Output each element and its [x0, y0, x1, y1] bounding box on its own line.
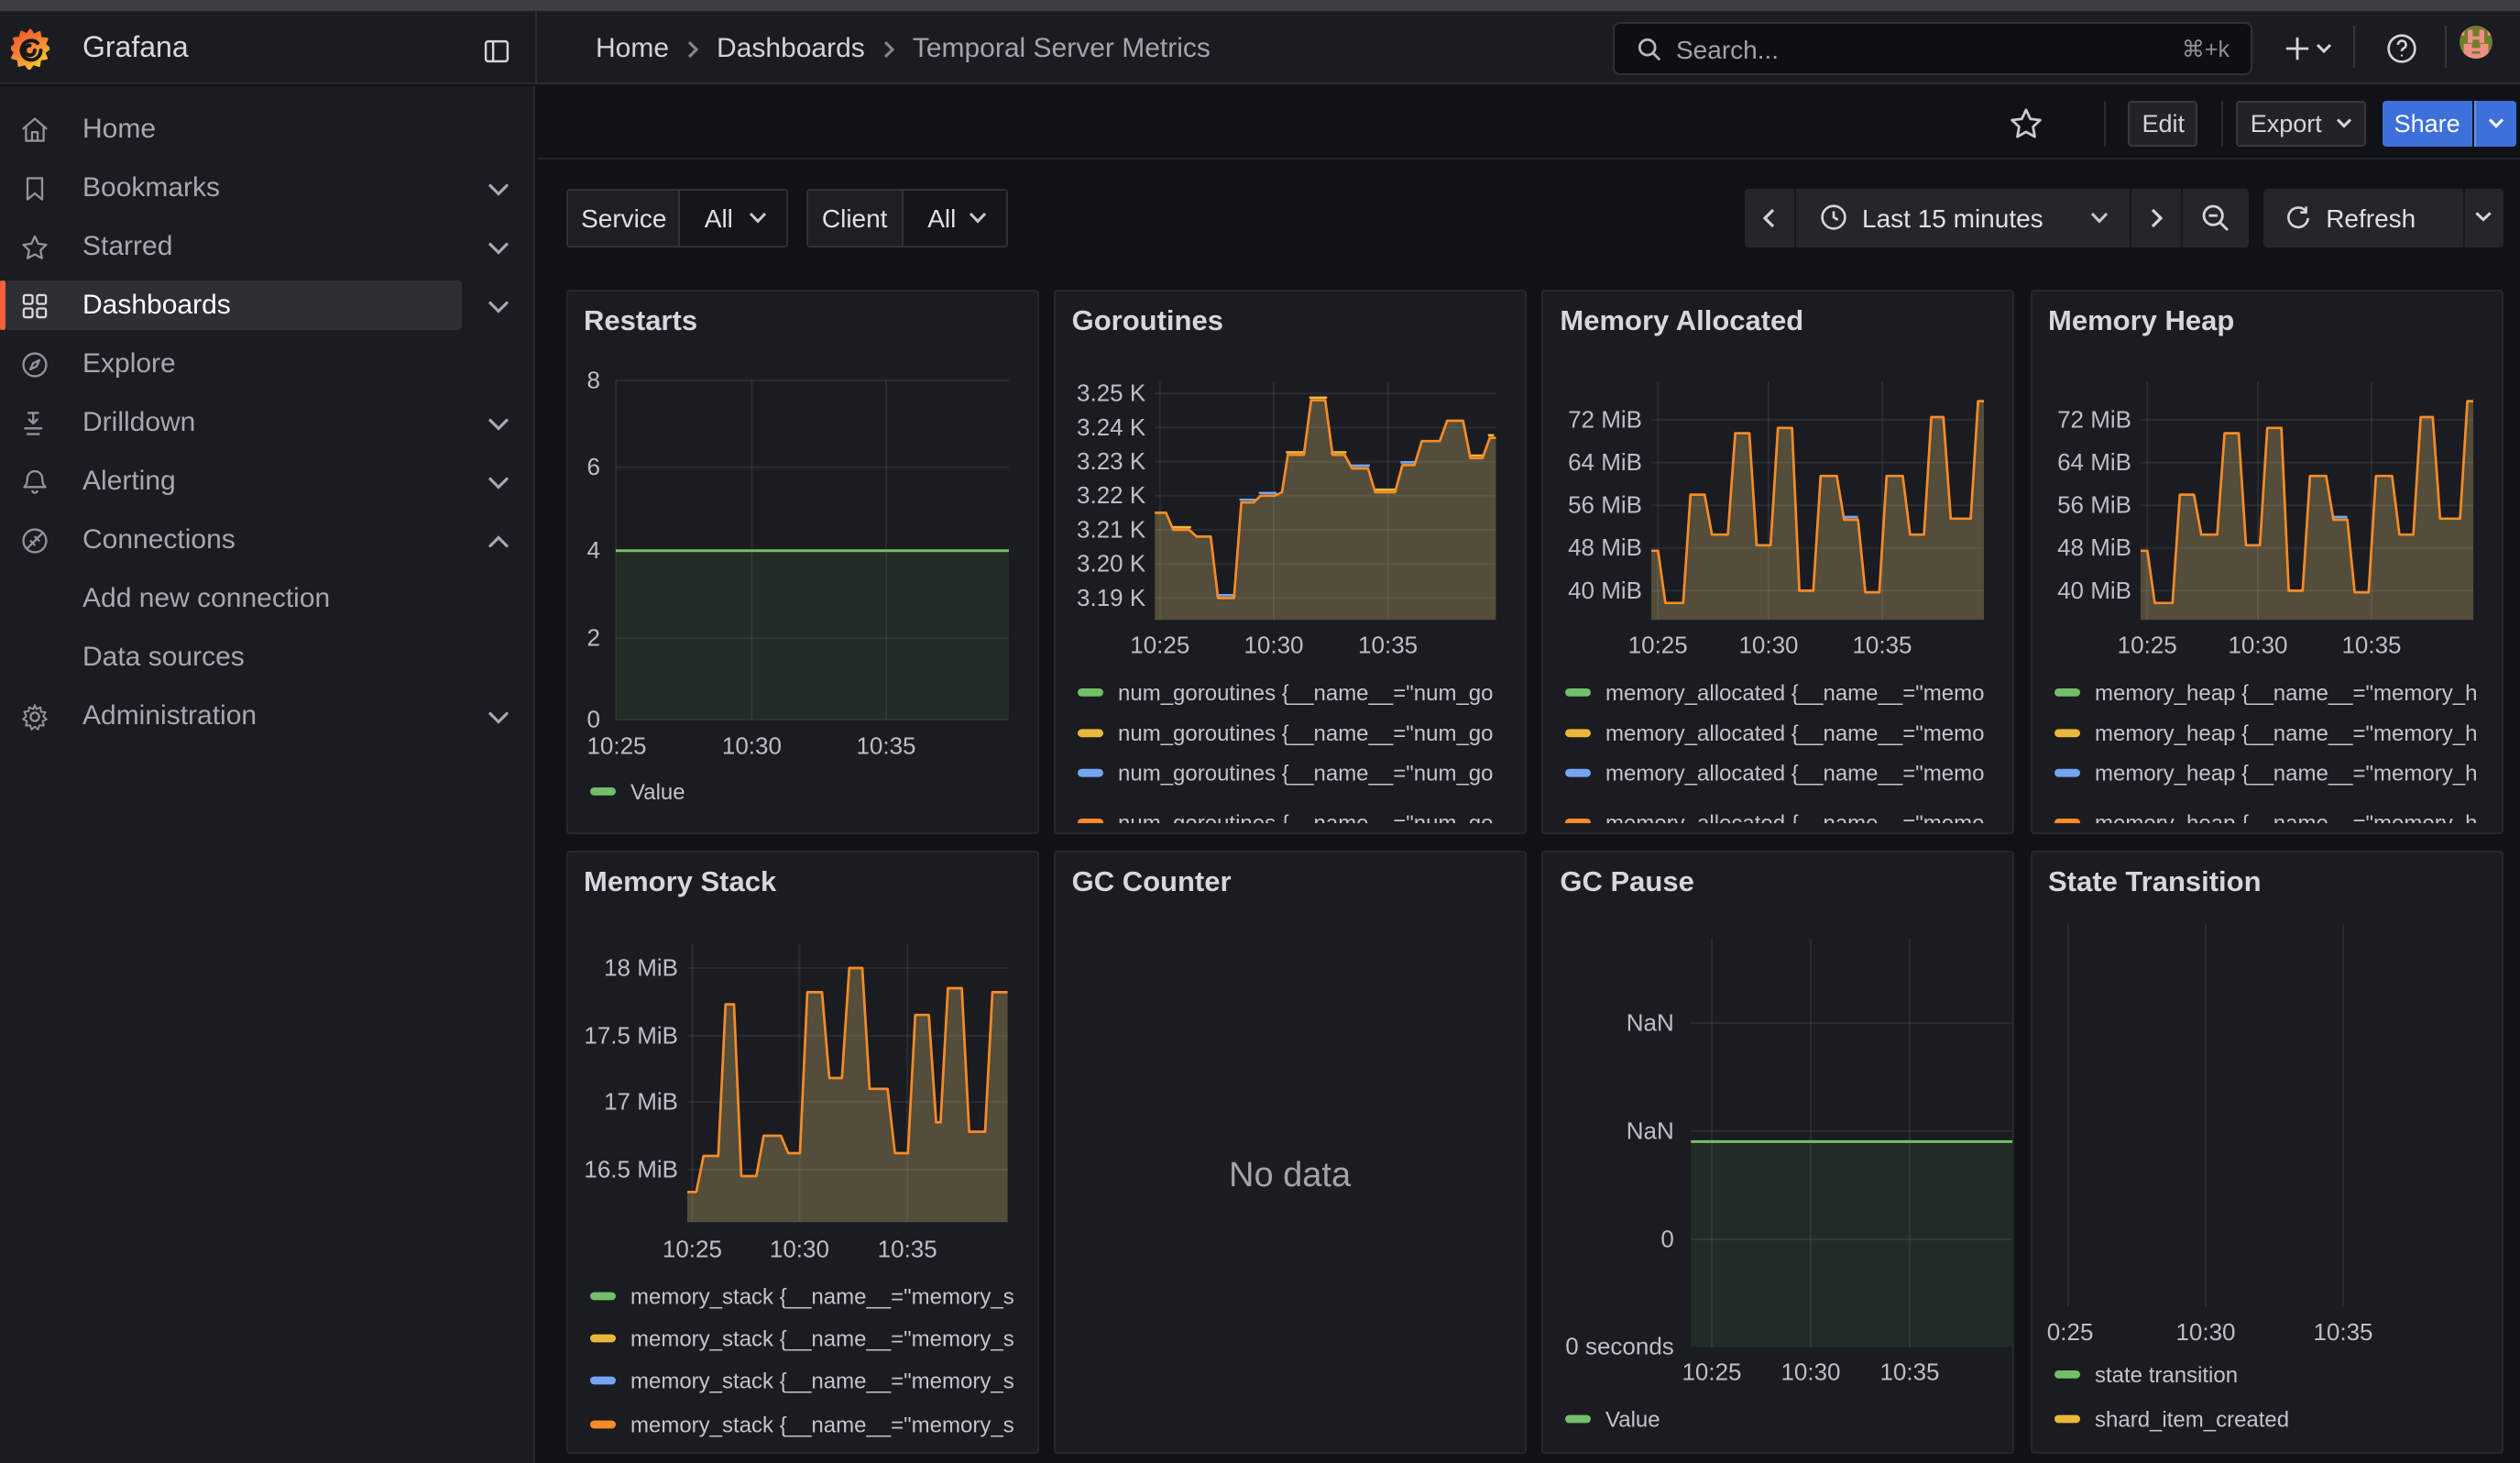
svg-text:10:35: 10:35 [1358, 632, 1418, 659]
svg-text:memory_stack {__name__="memory: memory_stack {__name__="memory_s [630, 1326, 1013, 1351]
svg-text:3.22 K: 3.22 K [1077, 481, 1146, 509]
svg-text:10:25: 10:25 [662, 1236, 721, 1263]
svg-text:10:35: 10:35 [877, 1236, 937, 1263]
svg-text:8: 8 [586, 366, 599, 393]
svg-text:64 MiB: 64 MiB [2056, 448, 2131, 476]
svg-text:memory_stack {__name__="memory: memory_stack {__name__="memory_s [630, 1369, 1013, 1393]
svg-text:10:35: 10:35 [1880, 1358, 1940, 1386]
svg-text:10:35: 10:35 [855, 732, 915, 760]
svg-text:memory_heap {__name__="memory_: memory_heap {__name__="memory_h [2094, 721, 2476, 746]
svg-text:NaN: NaN [1627, 1008, 1674, 1036]
svg-text:6: 6 [586, 453, 599, 480]
svg-text:memory_allocated {__name__="me: memory_allocated {__name__="memo [1605, 811, 1984, 832]
svg-text:40 MiB: 40 MiB [2056, 577, 2131, 604]
svg-text:num_goroutines {__name__="num_: num_goroutines {__name__="num_go [1118, 811, 1494, 832]
svg-text:10:30: 10:30 [1781, 1358, 1841, 1386]
svg-text:4: 4 [586, 536, 599, 564]
svg-text:10:30: 10:30 [2227, 632, 2286, 659]
svg-text:memory_stack {__name__="memory: memory_stack {__name__="memory_s [630, 1413, 1013, 1437]
svg-text:72 MiB: 72 MiB [1568, 405, 1642, 433]
svg-text:56 MiB: 56 MiB [2056, 491, 2131, 519]
svg-text:memory_heap {__name__="memory_: memory_heap {__name__="memory_h [2094, 681, 2476, 706]
svg-text:num_goroutines {__name__="num_: num_goroutines {__name__="num_go [1118, 721, 1494, 746]
svg-text:64 MiB: 64 MiB [1568, 448, 1642, 476]
svg-text:10:35: 10:35 [2312, 1318, 2372, 1346]
svg-text:3.19 K: 3.19 K [1077, 584, 1146, 611]
svg-text:48 MiB: 48 MiB [2056, 534, 2131, 561]
svg-text:17.5 MiB: 17.5 MiB [583, 1021, 677, 1049]
svg-text:10:30: 10:30 [2175, 1318, 2234, 1346]
svg-text:10:25: 10:25 [1682, 1358, 1742, 1386]
svg-text:memory_allocated {__name__="me: memory_allocated {__name__="memo [1605, 762, 1984, 786]
svg-text:memory_heap {__name__="memory_: memory_heap {__name__="memory_h [2094, 762, 2476, 786]
svg-text:72 MiB: 72 MiB [2056, 405, 2131, 433]
svg-text:state transition: state transition [2094, 1363, 2237, 1388]
svg-text:0:25: 0:25 [2046, 1318, 2093, 1346]
svg-text:10:35: 10:35 [1853, 632, 1912, 659]
svg-text:48 MiB: 48 MiB [1568, 534, 1642, 561]
svg-text:num_goroutines {__name__="num_: num_goroutines {__name__="num_go [1118, 681, 1494, 706]
svg-text:16.5 MiB: 16.5 MiB [583, 1155, 677, 1182]
svg-text:Value: Value [1605, 1407, 1660, 1432]
svg-text:memory_allocated {__name__="me: memory_allocated {__name__="memo [1605, 681, 1984, 706]
svg-text:17 MiB: 17 MiB [603, 1087, 677, 1115]
svg-text:memory_heap {__name__="memory_: memory_heap {__name__="memory_h [2094, 811, 2476, 832]
svg-text:num_goroutines {__name__="num_: num_goroutines {__name__="num_go [1118, 762, 1494, 786]
svg-text:shard_item_created: shard_item_created [2094, 1407, 2288, 1432]
svg-text:3.20 K: 3.20 K [1077, 550, 1146, 578]
svg-text:10:25: 10:25 [1130, 632, 1189, 659]
svg-text:Value: Value [630, 780, 685, 805]
svg-text:3.21 K: 3.21 K [1077, 515, 1146, 543]
svg-text:3.25 K: 3.25 K [1077, 380, 1146, 407]
svg-text:10:25: 10:25 [1628, 632, 1688, 659]
svg-text:10:30: 10:30 [769, 1236, 828, 1263]
svg-text:0: 0 [586, 705, 599, 732]
svg-text:10:30: 10:30 [721, 732, 781, 760]
svg-text:10:25: 10:25 [586, 732, 645, 760]
svg-text:memory_allocated {__name__="me: memory_allocated {__name__="memo [1605, 721, 1984, 746]
svg-text:40 MiB: 40 MiB [1568, 577, 1642, 604]
svg-text:56 MiB: 56 MiB [1568, 491, 1642, 519]
svg-text:18 MiB: 18 MiB [603, 953, 677, 981]
svg-text:0: 0 [1661, 1225, 1674, 1252]
svg-text:memory_stack {__name__="memory: memory_stack {__name__="memory_s [630, 1284, 1013, 1309]
svg-text:3.23 K: 3.23 K [1077, 447, 1146, 475]
svg-text:10:25: 10:25 [2117, 632, 2176, 659]
svg-text:2: 2 [586, 623, 599, 651]
svg-text:10:30: 10:30 [1739, 632, 1799, 659]
svg-text:0 seconds: 0 seconds [1566, 1333, 1675, 1360]
svg-text:10:35: 10:35 [2340, 632, 2400, 659]
svg-text:3.24 K: 3.24 K [1077, 413, 1146, 441]
svg-text:10:30: 10:30 [1244, 632, 1303, 659]
svg-text:NaN: NaN [1627, 1116, 1674, 1144]
